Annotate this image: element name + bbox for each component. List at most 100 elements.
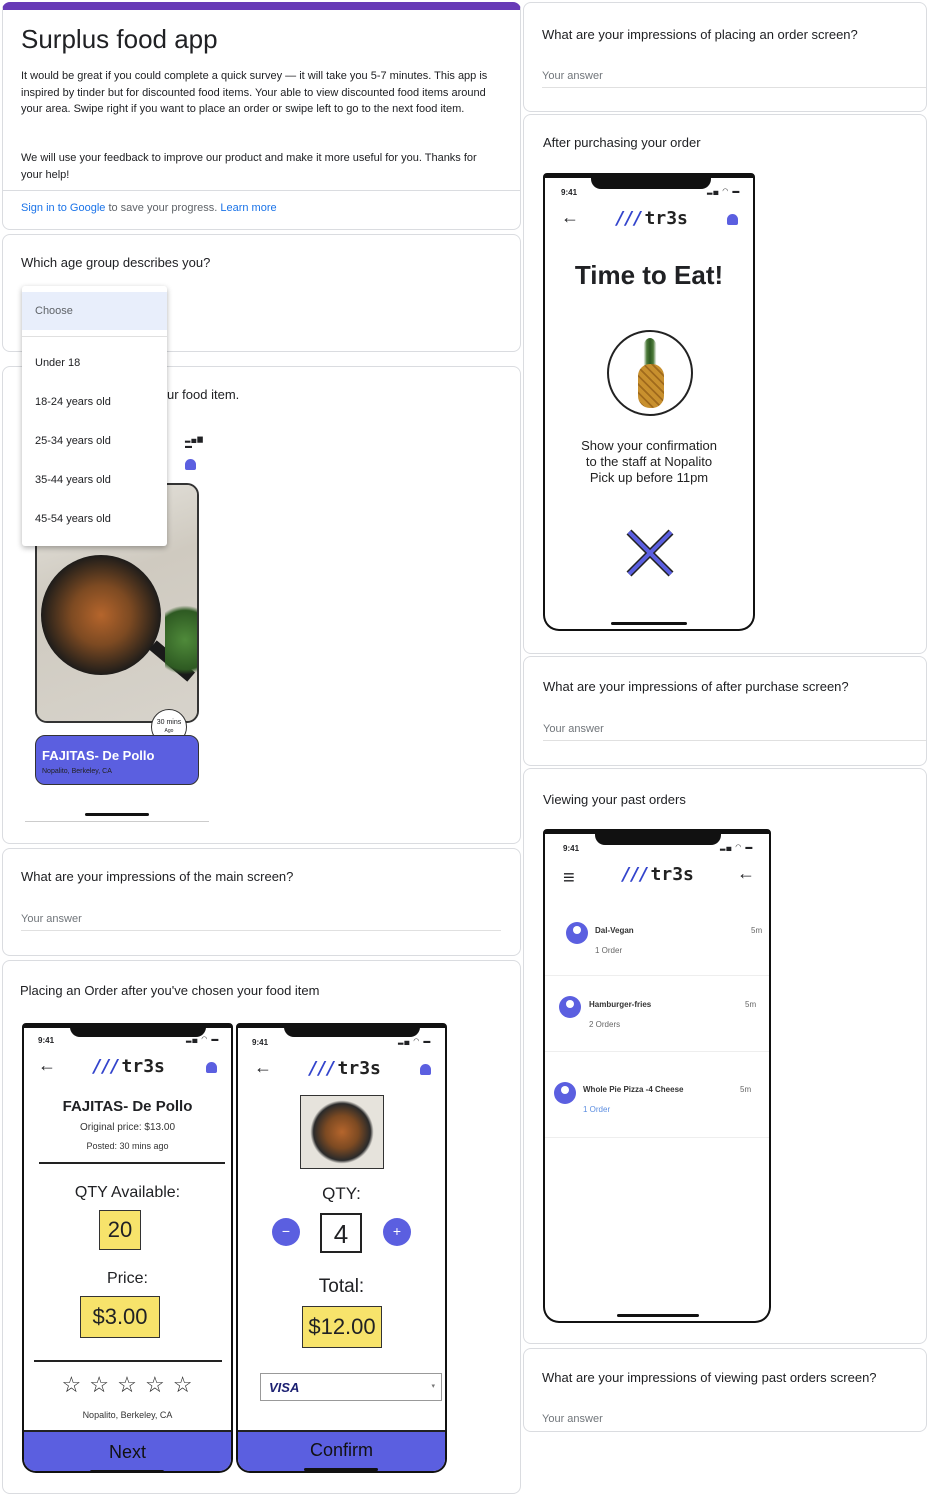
age-option[interactable]: 18-24 years old bbox=[35, 396, 111, 408]
confirmation-line: Pick up before 11pm bbox=[589, 470, 709, 485]
confirm-button-label: Confirm bbox=[309, 1440, 373, 1460]
past-orders-card: Viewing your past orders 9:41 ▂▄ ◠ ▬ ≡ /… bbox=[523, 768, 927, 1344]
rating-stars[interactable]: ☆ ☆ ☆ ☆ ☆ bbox=[24, 1372, 231, 1398]
order-time: 5m bbox=[740, 1085, 752, 1094]
form-intro: It would be great if you could complete … bbox=[21, 70, 488, 115]
dropdown-divider bbox=[22, 336, 167, 337]
order-row[interactable]: Dal-Vegan 1 Order 5m bbox=[545, 906, 769, 976]
qty-available-value: 20 bbox=[99, 1210, 141, 1250]
qty-label: QTY: bbox=[322, 1184, 361, 1203]
bell-icon[interactable] bbox=[420, 1064, 431, 1075]
home-indicator bbox=[617, 1314, 699, 1317]
order-time: 5m bbox=[751, 926, 763, 935]
app-logo: ///tr3s bbox=[308, 1058, 381, 1079]
past-orders-phone: 9:41 ▂▄ ◠ ▬ ≡ ///tr3s ← Dal-Vegan 1 Orde… bbox=[543, 829, 771, 1323]
sign-in-row: Sign in to Google to save your progress.… bbox=[21, 202, 277, 214]
phone-bottom-edge bbox=[25, 821, 209, 822]
status-time: 9:41 bbox=[252, 1038, 269, 1047]
back-arrow-icon[interactable]: ← bbox=[561, 208, 579, 226]
avatar-icon bbox=[554, 1082, 576, 1104]
past-impressions-answer-field[interactable]: Your answer bbox=[542, 1413, 926, 1430]
signal-icon: ▂▄ ◠ ▬ bbox=[707, 188, 741, 195]
confirmation-phone: 9:41 ▂▄ ◠ ▬ ← ///tr3s Time to Eat! Show … bbox=[543, 173, 755, 631]
qty-available-label: QTY Available: bbox=[74, 1184, 181, 1201]
status-time: 9:41 bbox=[561, 188, 578, 197]
age-option[interactable]: 25-34 years old bbox=[35, 435, 111, 447]
back-arrow-icon[interactable]: ← bbox=[737, 864, 755, 882]
age-option-choose[interactable]: Choose bbox=[22, 292, 167, 330]
divider bbox=[3, 190, 520, 191]
pineapple-body bbox=[638, 364, 664, 408]
qty-plus-button[interactable]: + bbox=[383, 1218, 411, 1246]
after-purchase-caption: After purchasing your order bbox=[543, 135, 701, 150]
next-button-label: Next bbox=[108, 1442, 146, 1462]
posted-time: Posted: 30 mins ago bbox=[86, 1141, 169, 1151]
menu-icon[interactable]: ≡ bbox=[563, 868, 575, 888]
logo-text: tr3s bbox=[121, 1056, 165, 1077]
back-arrow-icon[interactable]: ← bbox=[254, 1058, 272, 1076]
food-location: Nopalito, Berkeley, CA bbox=[42, 768, 112, 775]
logo-text: tr3s bbox=[644, 208, 688, 229]
form-header-card: Surplus food app It would be great if yo… bbox=[2, 2, 521, 230]
signal-icon: ▂▄▆ ▬ bbox=[185, 436, 204, 450]
food-title: FAJITAS- De Pollo bbox=[62, 1098, 193, 1115]
age-option[interactable]: Under 18 bbox=[35, 357, 80, 369]
order-row[interactable]: Hamburger-fries 2 Orders 5m bbox=[545, 976, 769, 1052]
qty-value[interactable]: 4 bbox=[320, 1213, 362, 1253]
signal-icon: ▂▄ ◠ ▬ bbox=[398, 1038, 432, 1045]
app-logo: ///tr3s bbox=[621, 864, 694, 885]
main-screen-caption: ur food item. bbox=[167, 387, 240, 402]
past-impressions-card: What are your impressions of viewing pas… bbox=[523, 1348, 927, 1432]
placing-order-caption: Placing an Order after you've chosen you… bbox=[20, 983, 320, 998]
pineapple-image bbox=[607, 330, 693, 416]
logo-mark: /// bbox=[615, 208, 643, 229]
avatar-icon bbox=[559, 996, 581, 1018]
age-option[interactable]: 35-44 years old bbox=[35, 474, 111, 486]
phone-notch bbox=[595, 834, 721, 845]
learn-more-link[interactable]: Learn more bbox=[220, 202, 276, 214]
main-impressions-question: What are your impressions of the main sc… bbox=[21, 869, 294, 884]
age-dropdown[interactable]: Choose Under 18 18-24 years old 25-34 ye… bbox=[22, 286, 167, 546]
age-option[interactable]: 45-54 years old bbox=[35, 513, 111, 525]
original-price: Original price: $13.00 bbox=[79, 1122, 176, 1133]
food-title-banner[interactable]: FAJITAS- De Pollo Nopalito, Berkeley, CA bbox=[35, 735, 199, 785]
close-icon[interactable] bbox=[625, 528, 675, 578]
order-count: 1 Order bbox=[583, 1105, 611, 1114]
home-indicator bbox=[85, 813, 149, 816]
after-impressions-card: What are your impressions of after purch… bbox=[523, 656, 927, 766]
food-name: FAJITAS- De Pollo bbox=[42, 748, 155, 763]
visa-icon: VISA bbox=[269, 1380, 300, 1395]
after-impressions-answer-field[interactable]: Your answer bbox=[543, 723, 926, 741]
order-impressions-answer-field[interactable]: Your answer bbox=[542, 70, 926, 88]
form-intro-thanks: We will use your feedback to improve our… bbox=[21, 152, 477, 181]
bell-icon[interactable] bbox=[185, 459, 196, 470]
back-arrow-icon[interactable]: ← bbox=[38, 1056, 56, 1074]
confirmation-line: Show your confirmation bbox=[581, 438, 717, 453]
food-thumbnail bbox=[300, 1095, 384, 1169]
sign-in-link[interactable]: Sign in to Google bbox=[21, 202, 105, 214]
bell-icon[interactable] bbox=[206, 1062, 217, 1073]
past-orders-caption: Viewing your past orders bbox=[543, 792, 686, 807]
payment-select[interactable]: VISA ▾ bbox=[260, 1373, 442, 1401]
logo-mark: /// bbox=[308, 1058, 336, 1079]
next-button[interactable]: Next bbox=[24, 1430, 231, 1471]
checkout-phone: 9:41 ▂▄ ◠ ▬ ← ///tr3s QTY: − 4 + Total: … bbox=[236, 1023, 447, 1473]
main-impressions-answer-field[interactable]: Your answer bbox=[21, 913, 501, 931]
signal-icon: ▂▄ ◠ ▬ bbox=[186, 1036, 220, 1043]
after-purchase-card: After purchasing your order 9:41 ▂▄ ◠ ▬ … bbox=[523, 114, 927, 654]
qty-minus-button[interactable]: − bbox=[272, 1218, 300, 1246]
logo-mark: /// bbox=[92, 1056, 120, 1077]
logo-mark: /// bbox=[621, 864, 649, 885]
badge-ago: Ago bbox=[164, 728, 174, 734]
home-indicator bbox=[304, 1468, 378, 1471]
status-time: 9:41 bbox=[563, 844, 580, 853]
bell-icon[interactable] bbox=[727, 214, 738, 225]
price-label: Price: bbox=[107, 1270, 148, 1287]
app-logo: ///tr3s bbox=[615, 208, 688, 229]
confirm-button[interactable]: Confirm bbox=[238, 1430, 445, 1471]
order-details-phone: 9:41 ▂▄ ◠ ▬ ← ///tr3s FAJITAS- De Pollo … bbox=[22, 1023, 233, 1473]
skillet-image bbox=[41, 555, 161, 675]
order-row[interactable]: Whole Pie Pizza -4 Cheese 1 Order 5m bbox=[545, 1052, 769, 1138]
divider bbox=[34, 1360, 222, 1362]
signal-icon: ▂▄ ◠ ▬ bbox=[720, 844, 754, 851]
